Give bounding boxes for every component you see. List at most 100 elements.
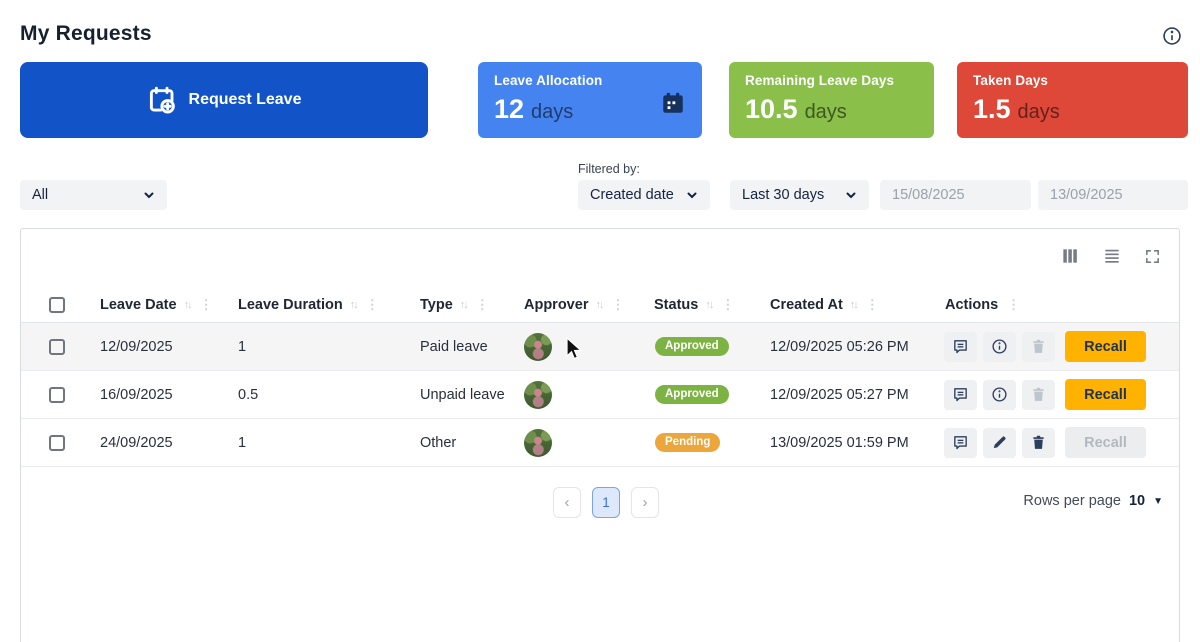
recall-button[interactable]: Recall [1065, 331, 1146, 362]
stat-label: Taken Days [973, 73, 1049, 88]
stat-unit: days [1017, 101, 1060, 123]
approver-avatar[interactable] [524, 332, 552, 361]
cell-type: Unpaid leave [420, 386, 505, 403]
column-header-leave-date[interactable]: Leave Date ↑↓ ⋮ [85, 297, 223, 313]
comment-button[interactable] [944, 379, 977, 410]
cell-leave-date: 12/09/2025 [100, 338, 173, 355]
sort-icon[interactable]: ↑↓ [184, 299, 193, 311]
comment-button[interactable] [944, 427, 977, 458]
cell-leave-duration: 1 [238, 338, 247, 355]
table-row[interactable]: 12/09/2025 1 Paid leave Approved 12/09/2… [21, 323, 1179, 371]
column-header-approver[interactable]: Approver ↑↓ ⋮ [509, 297, 639, 313]
stat-value: 12 [494, 94, 525, 124]
columns-icon[interactable] [1060, 246, 1080, 266]
delete-button [1022, 379, 1055, 410]
filtered-by-label: Filtered by: [578, 162, 640, 176]
cell-leave-date: 24/09/2025 [100, 434, 173, 451]
fullscreen-icon[interactable] [1144, 248, 1161, 265]
request-leave-label: Request Leave [188, 91, 302, 108]
cell-type: Other [420, 434, 457, 451]
cell-created-at: 12/09/2025 05:26 PM [770, 338, 909, 355]
column-menu-icon[interactable]: ⋮ [609, 297, 626, 313]
stat-unit: days [531, 101, 574, 123]
cell-leave-duration: 1 [238, 434, 247, 451]
stat-unit: days [804, 101, 847, 123]
stat-value: 10.5 [745, 94, 798, 124]
cell-leave-duration: 0.5 [238, 386, 259, 403]
table-row[interactable]: 16/09/2025 0.5 Unpaid leave Approved 12/… [21, 371, 1179, 419]
table-body: 12/09/2025 1 Paid leave Approved 12/09/2… [21, 323, 1179, 467]
row-checkbox[interactable] [49, 386, 65, 403]
chevron-down-icon [686, 189, 698, 201]
stat-value: 1.5 [973, 94, 1011, 124]
info-button[interactable] [983, 331, 1016, 362]
row-checkbox[interactable] [49, 434, 65, 451]
rows-per-page-select[interactable]: Rows per page 10 ▼ [1023, 493, 1163, 509]
info-icon[interactable] [1162, 26, 1182, 46]
date-from-value: 15/08/2025 [892, 187, 965, 203]
field-filter-select[interactable]: Created date [578, 180, 710, 210]
stat-card-leave-allocation: Leave Allocation 12 days [478, 62, 702, 138]
cell-leave-date: 16/09/2025 [100, 386, 173, 403]
date-to-input[interactable]: 13/09/2025 [1038, 180, 1188, 210]
column-menu-icon[interactable]: ⋮ [364, 297, 381, 313]
column-menu-icon[interactable]: ⋮ [719, 297, 736, 313]
request-leave-button[interactable]: Request Leave [20, 62, 428, 138]
stat-label: Remaining Leave Days [745, 73, 895, 88]
recall-button[interactable]: Recall [1065, 379, 1146, 410]
column-header-actions: Actions ⋮ [945, 297, 1022, 313]
sort-icon[interactable]: ↑↓ [705, 299, 714, 311]
list-density-icon[interactable] [1102, 246, 1122, 266]
page-title: My Requests [20, 22, 152, 45]
pagination: ‹ 1 › [553, 487, 659, 518]
calendar-icon [660, 90, 686, 116]
stat-card-remaining-leave: Remaining Leave Days 10.5 days [729, 62, 934, 138]
column-header-type[interactable]: Type ↑↓ ⋮ [405, 297, 509, 313]
status-badge: Approved [655, 385, 729, 404]
approver-avatar[interactable] [524, 380, 552, 409]
table-row[interactable]: 24/09/2025 1 Other Pending 13/09/2025 01… [21, 419, 1179, 467]
sort-icon[interactable]: ↑↓ [460, 299, 469, 311]
column-menu-icon[interactable]: ⋮ [474, 297, 491, 313]
calendar-plus-icon [147, 85, 177, 115]
next-page-button[interactable]: › [631, 487, 659, 518]
column-menu-icon[interactable]: ⋮ [198, 297, 215, 313]
column-menu-icon[interactable]: ⋮ [1005, 297, 1022, 313]
cell-type: Paid leave [420, 338, 488, 355]
chevron-down-icon [143, 189, 155, 201]
sort-icon[interactable]: ↑↓ [595, 299, 604, 311]
column-header-leave-duration[interactable]: Leave Duration ↑↓ ⋮ [223, 297, 405, 313]
chevron-down-icon [845, 189, 857, 201]
table-header-row: Leave Date ↑↓ ⋮ Leave Duration ↑↓ ⋮ Type… [21, 288, 1179, 323]
column-menu-icon[interactable]: ⋮ [864, 297, 881, 313]
type-filter-value: All [32, 187, 49, 203]
sort-icon[interactable]: ↑↓ [350, 299, 359, 311]
row-checkbox[interactable] [49, 338, 65, 355]
date-from-input[interactable]: 15/08/2025 [880, 180, 1031, 210]
column-header-status[interactable]: Status ↑↓ ⋮ [639, 297, 755, 313]
range-filter-select[interactable]: Last 30 days [730, 180, 869, 210]
delete-button[interactable] [1022, 427, 1055, 458]
recall-button: Recall [1065, 427, 1146, 458]
select-all-checkbox[interactable] [49, 297, 65, 313]
prev-page-button[interactable]: ‹ [553, 487, 581, 518]
type-filter-select[interactable]: All [20, 180, 167, 210]
rows-per-page-value: 10 [1128, 493, 1146, 509]
date-to-value: 13/09/2025 [1050, 187, 1123, 203]
status-badge: Pending [655, 433, 721, 452]
cell-created-at: 13/09/2025 01:59 PM [770, 434, 909, 451]
delete-button [1022, 331, 1055, 362]
field-filter-value: Created date [590, 187, 674, 203]
range-filter-value: Last 30 days [742, 187, 825, 203]
cell-created-at: 12/09/2025 05:27 PM [770, 386, 909, 403]
sort-icon[interactable]: ↑↓ [850, 299, 859, 311]
column-header-created-at[interactable]: Created At ↑↓ ⋮ [755, 297, 930, 313]
requests-table-card: Leave Date ↑↓ ⋮ Leave Duration ↑↓ ⋮ Type… [20, 228, 1180, 642]
stat-card-taken-days: Taken Days 1.5 days [957, 62, 1188, 138]
page-number-button[interactable]: 1 [592, 487, 620, 518]
stat-label: Leave Allocation [494, 73, 603, 88]
comment-button[interactable] [944, 331, 977, 362]
approver-avatar[interactable] [524, 428, 552, 457]
edit-button[interactable] [983, 427, 1016, 458]
info-button[interactable] [983, 379, 1016, 410]
